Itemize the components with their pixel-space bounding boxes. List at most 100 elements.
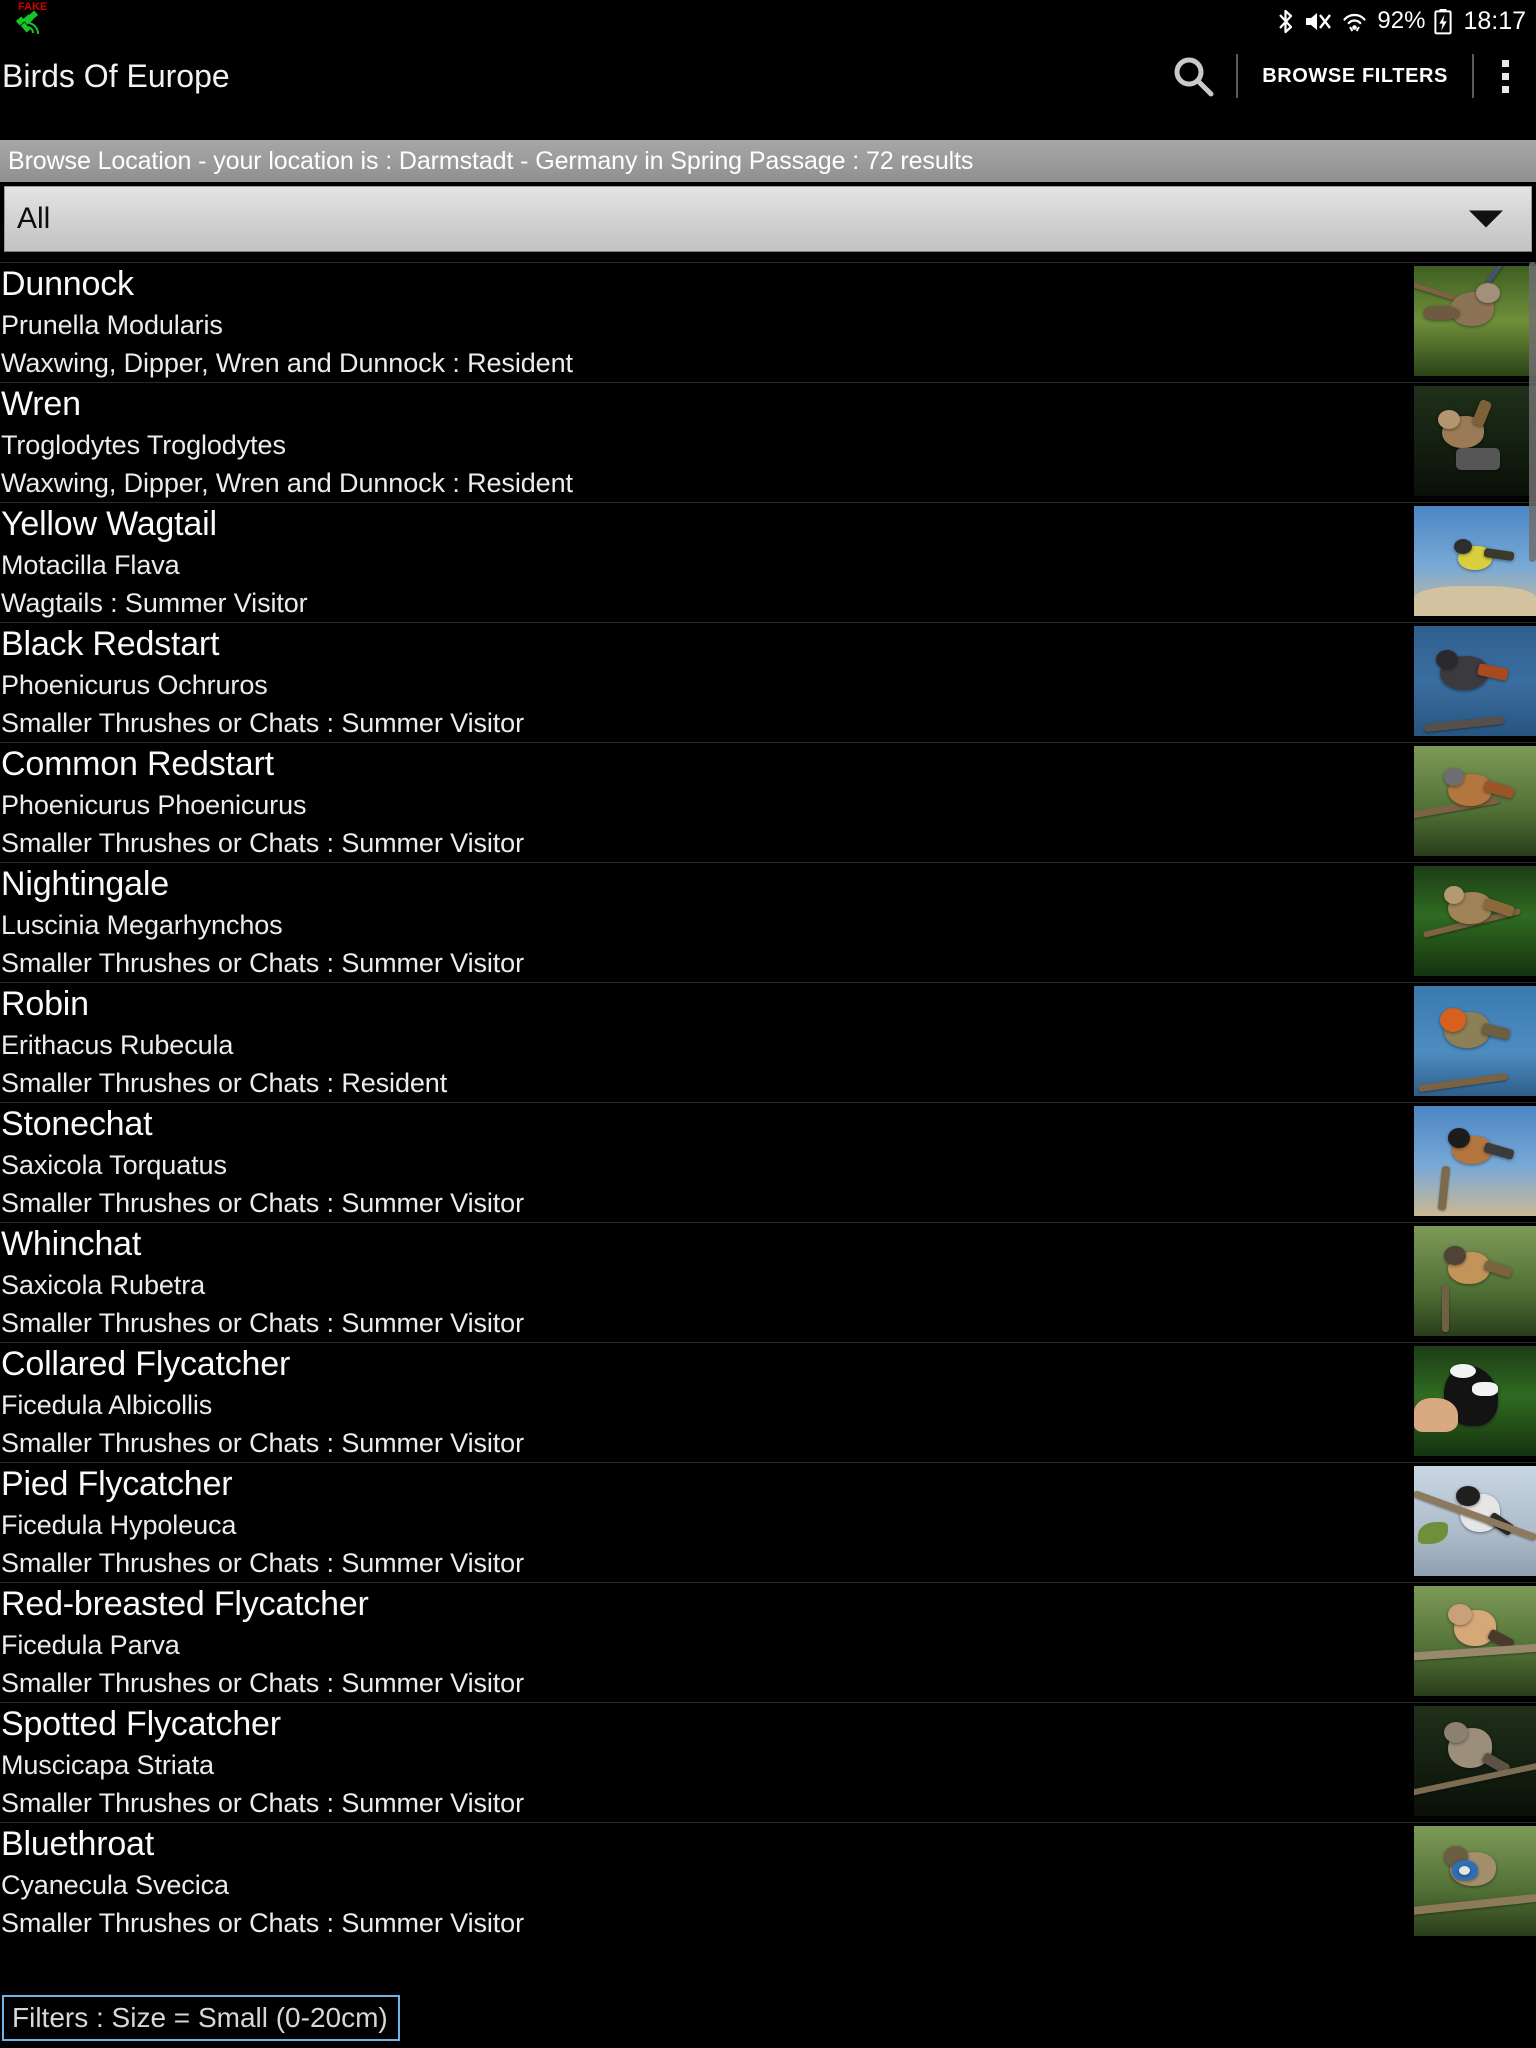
list-item-thumbnail[interactable] <box>1414 1226 1536 1336</box>
list-item[interactable]: Stonechat Saxicola Torquatus Smaller Thr… <box>0 1102 1536 1222</box>
list-item-group: Wagtails : Summer Visitor <box>1 588 308 618</box>
list-item-text: Collared Flycatcher Ficedula Albicollis … <box>0 1343 1414 1462</box>
list-item-text: Bluethroat Cyanecula Svecica Smaller Thr… <box>0 1823 1414 1942</box>
list-item-group: Smaller Thrushes or Chats : Summer Visit… <box>1 1908 524 1938</box>
list-item-group: Smaller Thrushes or Chats : Summer Visit… <box>1 1668 524 1698</box>
list-item-thumbnail[interactable] <box>1414 1346 1536 1456</box>
list-item-thumbnail[interactable] <box>1414 866 1536 976</box>
list-item-thumbnail[interactable] <box>1414 746 1536 856</box>
list-item[interactable]: Robin Erithacus Rubecula Smaller Thrushe… <box>0 982 1536 1102</box>
app-root: FAKE 92% 18:17 Birds Of Europe BROWSE FI… <box>0 0 1536 2048</box>
thumbnail-image <box>1414 506 1536 616</box>
list-item-text: Spotted Flycatcher Muscicapa Striata Sma… <box>0 1703 1414 1822</box>
list-item[interactable]: Dunnock Prunella Modularis Waxwing, Dipp… <box>0 262 1536 382</box>
list-item-latin: Erithacus Rubecula <box>1 1030 234 1060</box>
list-item-group: Smaller Thrushes or Chats : Summer Visit… <box>1 1788 524 1818</box>
list-item-group: Smaller Thrushes or Chats : Summer Visit… <box>1 1308 524 1338</box>
battery-charging-icon <box>1434 8 1453 34</box>
list-item-text: Nightingale Luscinia Megarhynchos Smalle… <box>0 863 1414 982</box>
list-item-group: Waxwing, Dipper, Wren and Dunnock : Resi… <box>1 468 573 498</box>
list-item[interactable]: Bluethroat Cyanecula Svecica Smaller Thr… <box>0 1822 1536 1942</box>
category-spinner[interactable]: All <box>4 186 1532 252</box>
list-item-name: Nightingale <box>1 865 169 903</box>
list-item[interactable]: Spotted Flycatcher Muscicapa Striata Sma… <box>0 1702 1536 1822</box>
thumbnail-image <box>1414 986 1536 1096</box>
list-item-group: Smaller Thrushes or Chats : Summer Visit… <box>1 1428 524 1458</box>
thumbnail-image <box>1414 746 1536 856</box>
search-icon <box>1174 57 1214 97</box>
list-item[interactable]: Collared Flycatcher Ficedula Albicollis … <box>0 1342 1536 1462</box>
list-item[interactable]: Common Redstart Phoenicurus Phoenicurus … <box>0 742 1536 862</box>
thumbnail-image <box>1414 1226 1536 1336</box>
list-item[interactable]: Nightingale Luscinia Megarhynchos Smalle… <box>0 862 1536 982</box>
list-item-text: Common Redstart Phoenicurus Phoenicurus … <box>0 743 1414 862</box>
bluetooth-icon <box>1279 9 1293 33</box>
list-item-thumbnail[interactable] <box>1414 266 1536 376</box>
action-bar-actions: BROWSE FILTERS <box>1150 42 1536 110</box>
list-item-name: Whinchat <box>1 1225 142 1263</box>
fake-gps-notification-icon: FAKE <box>8 1 52 41</box>
thumbnail-image <box>1414 1826 1536 1936</box>
list-item-thumbnail[interactable] <box>1414 506 1536 616</box>
thumbnail-image <box>1414 386 1536 496</box>
list-item-latin: Muscicapa Striata <box>1 1750 214 1780</box>
list-item-thumbnail[interactable] <box>1414 386 1536 496</box>
satellite-glyph <box>15 10 40 35</box>
list-item-group: Smaller Thrushes or Chats : Resident <box>1 1068 448 1098</box>
thumbnail-image <box>1414 1346 1536 1456</box>
browse-location-text: Browse Location - your location is : Dar… <box>8 147 974 175</box>
list-item-text: Yellow Wagtail Motacilla Flava Wagtails … <box>0 503 1414 622</box>
overflow-menu-icon <box>1501 72 1509 80</box>
chevron-down-icon <box>1469 210 1503 228</box>
list-item-thumbnail[interactable] <box>1414 986 1536 1096</box>
list-item[interactable]: Pied Flycatcher Ficedula Hypoleuca Small… <box>0 1462 1536 1582</box>
list-item-thumbnail[interactable] <box>1414 1826 1536 1936</box>
list-item-name: Black Redstart <box>1 625 220 663</box>
list-item-name: Pied Flycatcher <box>1 1465 233 1503</box>
thumbnail-image <box>1414 626 1536 736</box>
bird-list[interactable]: Pipits : Summer Visitor Dunnock Prunella… <box>0 262 1536 1988</box>
list-item-latin: Luscinia Megarhynchos <box>1 910 283 940</box>
list-scrollbar[interactable] <box>1529 262 1536 1988</box>
wifi-icon <box>1343 13 1366 32</box>
browse-filters-button[interactable]: BROWSE FILTERS <box>1238 42 1472 110</box>
list-item-thumbnail[interactable] <box>1414 1466 1536 1576</box>
list-item-thumbnail[interactable] <box>1414 626 1536 736</box>
list-item-name: Stonechat <box>1 1105 153 1143</box>
list-item-group: Smaller Thrushes or Chats : Summer Visit… <box>1 948 524 978</box>
overflow-menu-icon <box>1501 59 1509 67</box>
list-item-thumbnail[interactable] <box>1414 1586 1536 1696</box>
category-spinner-container: All <box>0 182 1536 258</box>
filter-bar: Filters : Size = Small (0-20cm) <box>0 1988 1536 2048</box>
list-item-text: Robin Erithacus Rubecula Smaller Thrushe… <box>0 983 1414 1102</box>
thumbnail-image <box>1414 1706 1536 1816</box>
search-button[interactable] <box>1150 42 1236 110</box>
list-item[interactable]: Red-breasted Flycatcher Ficedula Parva S… <box>0 1582 1536 1702</box>
list-item[interactable]: Yellow Wagtail Motacilla Flava Wagtails … <box>0 502 1536 622</box>
list-item[interactable]: Wren Troglodytes Troglodytes Waxwing, Di… <box>0 382 1536 502</box>
list-item-latin: Phoenicurus Phoenicurus <box>1 790 307 820</box>
list-item-thumbnail[interactable] <box>1414 1106 1536 1216</box>
list-item[interactable]: Whinchat Saxicola Rubetra Smaller Thrush… <box>0 1222 1536 1342</box>
list-item-latin: Motacilla Flava <box>1 550 180 580</box>
status-bar-left: FAKE <box>0 1 52 41</box>
list-item-latin: Saxicola Rubetra <box>1 1270 206 1300</box>
list-item-name: Collared Flycatcher <box>1 1345 291 1383</box>
battery-percent-label: 92% <box>1377 7 1426 34</box>
active-filters-label: Filters : Size = Small (0-20cm) <box>12 2002 388 2033</box>
list-item-name: Bluethroat <box>1 1825 154 1863</box>
active-filters-chip[interactable]: Filters : Size = Small (0-20cm) <box>2 1995 400 2041</box>
clock-label: 18:17 <box>1463 6 1526 35</box>
list-item-group: Smaller Thrushes or Chats : Summer Visit… <box>1 1188 524 1218</box>
list-item-text: Pied Flycatcher Ficedula Hypoleuca Small… <box>0 1463 1414 1582</box>
volume-mute-icon <box>1306 12 1332 30</box>
scrollbar-thumb[interactable] <box>1529 262 1536 562</box>
status-bar: FAKE 92% 18:17 <box>0 0 1536 42</box>
list-item-name: Dunnock <box>1 265 134 303</box>
browse-location-banner[interactable]: Browse Location - your location is : Dar… <box>0 140 1536 182</box>
overflow-menu-button[interactable] <box>1474 42 1536 110</box>
thumbnail-image <box>1414 1586 1536 1696</box>
list-item-text: Stonechat Saxicola Torquatus Smaller Thr… <box>0 1103 1414 1222</box>
list-item[interactable]: Black Redstart Phoenicurus Ochruros Smal… <box>0 622 1536 742</box>
list-item-thumbnail[interactable] <box>1414 1706 1536 1816</box>
